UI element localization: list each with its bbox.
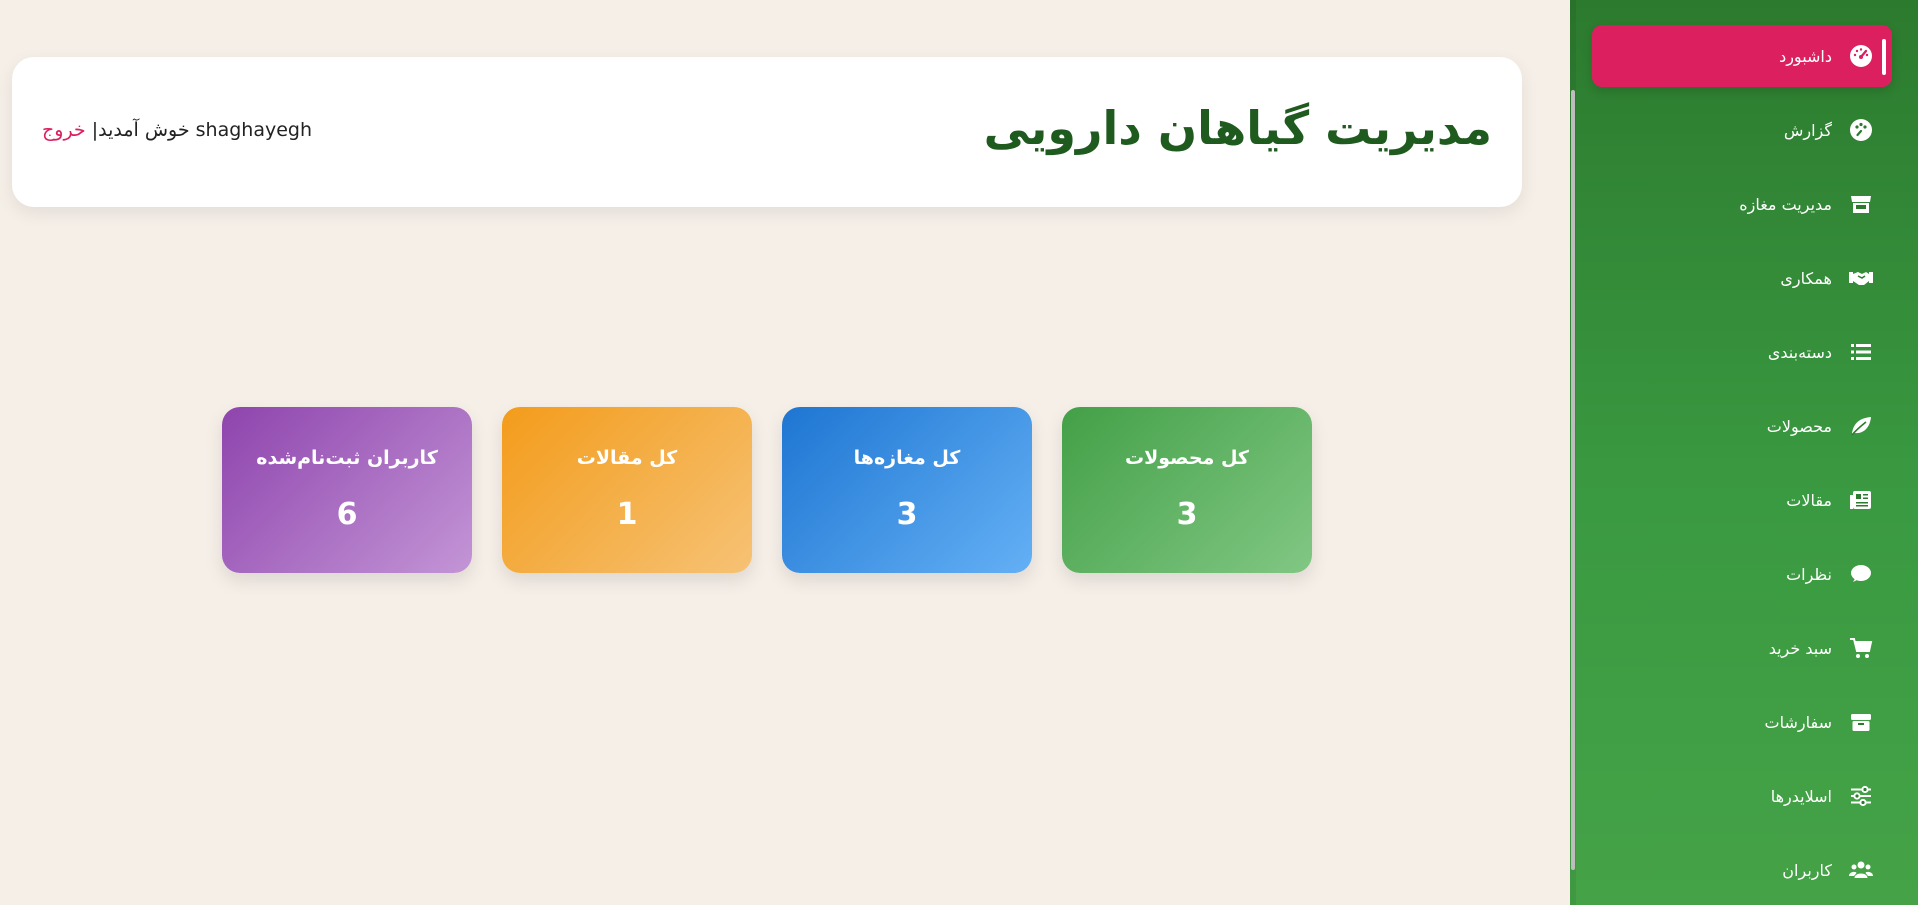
sidebar-item-label: داشبورد [1779, 46, 1832, 66]
sidebar-item-label: مدیریت مغازه [1739, 194, 1832, 214]
sidebar-item-comments[interactable]: نظرات [1592, 543, 1892, 605]
sidebar-scrollbar-thumb[interactable] [1571, 90, 1575, 870]
cart-icon [1846, 633, 1876, 663]
stat-value: 6 [336, 497, 358, 532]
stat-label: کل مقالات [576, 447, 678, 469]
stat-value: 1 [616, 497, 638, 532]
palette-icon [1846, 115, 1876, 145]
store-icon [1846, 189, 1876, 219]
username: shaghayegh [195, 119, 313, 141]
sidebar-item-cart[interactable]: سبد خرید [1592, 617, 1892, 679]
leaf-icon [1846, 411, 1876, 441]
stat-card-shops: کل مغازه‌ها 3 [782, 407, 1032, 573]
sidebar-item-shop-management[interactable]: مدیریت مغازه [1592, 173, 1892, 235]
sidebar-item-categories[interactable]: دسته‌بندی [1592, 321, 1892, 383]
stat-value: 3 [1176, 497, 1198, 532]
stat-label: کل مغازه‌ها [853, 447, 961, 469]
handshake-icon [1846, 263, 1876, 293]
sidebar-item-label: نظرات [1786, 564, 1832, 584]
page-title: مدیریت گیاهان دارویی [983, 101, 1492, 155]
newspaper-icon [1846, 485, 1876, 515]
sidebar-item-cooperation[interactable]: همکاری [1592, 247, 1892, 309]
box-icon [1846, 707, 1876, 737]
stat-label: کاربران ثبت‌نام‌شده [256, 447, 438, 469]
sidebar-item-label: گزارش [1783, 120, 1832, 140]
sidebar-item-label: اسلایدرها [1770, 786, 1832, 806]
user-greeting: shaghayegh خوش آمدید| خروج [42, 119, 312, 141]
users-icon [1846, 855, 1876, 885]
sidebar-item-users[interactable]: کاربران [1592, 839, 1892, 901]
stat-value: 3 [896, 497, 918, 532]
welcome-text: خوش آمدید| [91, 119, 190, 141]
sidebar-item-label: سفارشات [1764, 712, 1832, 732]
comment-icon [1846, 559, 1876, 589]
sidebar-item-sliders[interactable]: اسلایدرها [1592, 765, 1892, 827]
sidebar-item-label: دسته‌بندی [1767, 342, 1832, 362]
sidebar-item-label: سبد خرید [1768, 638, 1832, 658]
logout-link[interactable]: خروج [42, 119, 86, 141]
stat-card-products: کل محصولات 3 [1062, 407, 1312, 573]
sidebar-item-products[interactable]: محصولات [1592, 395, 1892, 457]
sliders-icon [1846, 781, 1876, 811]
stat-label: کل محصولات [1125, 447, 1249, 469]
sidebar-item-label: همکاری [1780, 268, 1832, 288]
sidebar-item-label: محصولات [1766, 416, 1832, 436]
sidebar-item-articles[interactable]: مقالات [1592, 469, 1892, 531]
sidebar-item-dashboard[interactable]: داشبورد [1592, 25, 1892, 87]
sidebar-item-label: کاربران [1782, 860, 1832, 880]
stat-card-registered-users: کاربران ثبت‌نام‌شده 6 [222, 407, 472, 573]
stat-card-articles: کل مقالات 1 [502, 407, 752, 573]
sidebar-item-report[interactable]: گزارش [1592, 99, 1892, 161]
dashboard-gauge-icon [1846, 41, 1876, 71]
list-icon [1846, 337, 1876, 367]
header-card: مدیریت گیاهان دارویی shaghayegh خوش آمدی… [12, 57, 1522, 207]
sidebar-item-label: مقالات [1786, 490, 1832, 510]
sidebar-scrollbar[interactable] [1570, 0, 1576, 905]
sidebar-item-orders[interactable]: سفارشات [1592, 691, 1892, 753]
sidebar: داشبورد گزارش مدیریت مغازه همکاری دسته‌ب… [1570, 0, 1918, 905]
